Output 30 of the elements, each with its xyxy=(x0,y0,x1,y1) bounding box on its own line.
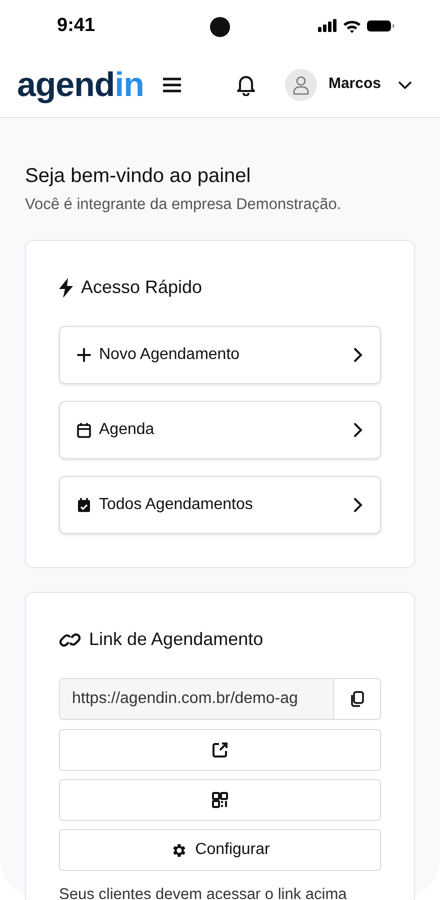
chevron-right-icon xyxy=(353,497,363,514)
calendar-icon xyxy=(77,422,91,438)
wifi-icon xyxy=(343,20,361,32)
card-title: Link de Agendamento xyxy=(89,628,264,652)
qr-code-icon xyxy=(212,792,228,808)
chevron-right-icon xyxy=(353,422,363,438)
link-note: Seus clientes devem acessar o link acima xyxy=(59,885,348,900)
signal-icon xyxy=(318,19,337,33)
chevron-right-icon xyxy=(353,347,363,364)
quick-access-button[interactable]: Novo Agendamento xyxy=(59,326,381,384)
battery-icon xyxy=(367,20,395,32)
user-name[interactable]: Marcos xyxy=(328,73,381,96)
gear-icon xyxy=(170,842,188,859)
bell-icon[interactable] xyxy=(236,74,256,96)
welcome-subtitle: Você é integrante da empresa Demonstração. xyxy=(25,195,342,215)
avatar[interactable] xyxy=(285,68,318,100)
quick-access-button[interactable]: Agenda xyxy=(59,401,381,460)
external-link-icon xyxy=(211,741,229,760)
chevron-down-icon[interactable] xyxy=(398,80,412,88)
menu-icon[interactable] xyxy=(162,76,182,92)
card-title: Acesso Rápido xyxy=(81,276,202,300)
calendar-check-icon xyxy=(77,497,91,514)
welcome-title: Seja bem-vindo ao painel xyxy=(25,164,252,189)
logo[interactable]: agendin xyxy=(17,68,144,102)
status-time: 9:41 xyxy=(57,14,96,38)
link-icon xyxy=(59,630,81,649)
lightning-icon xyxy=(59,278,73,298)
plus-icon xyxy=(77,348,91,362)
quick-access-button[interactable]: Todos Agendamentos xyxy=(59,476,381,534)
configure-button[interactable]: Configurar xyxy=(59,829,381,872)
